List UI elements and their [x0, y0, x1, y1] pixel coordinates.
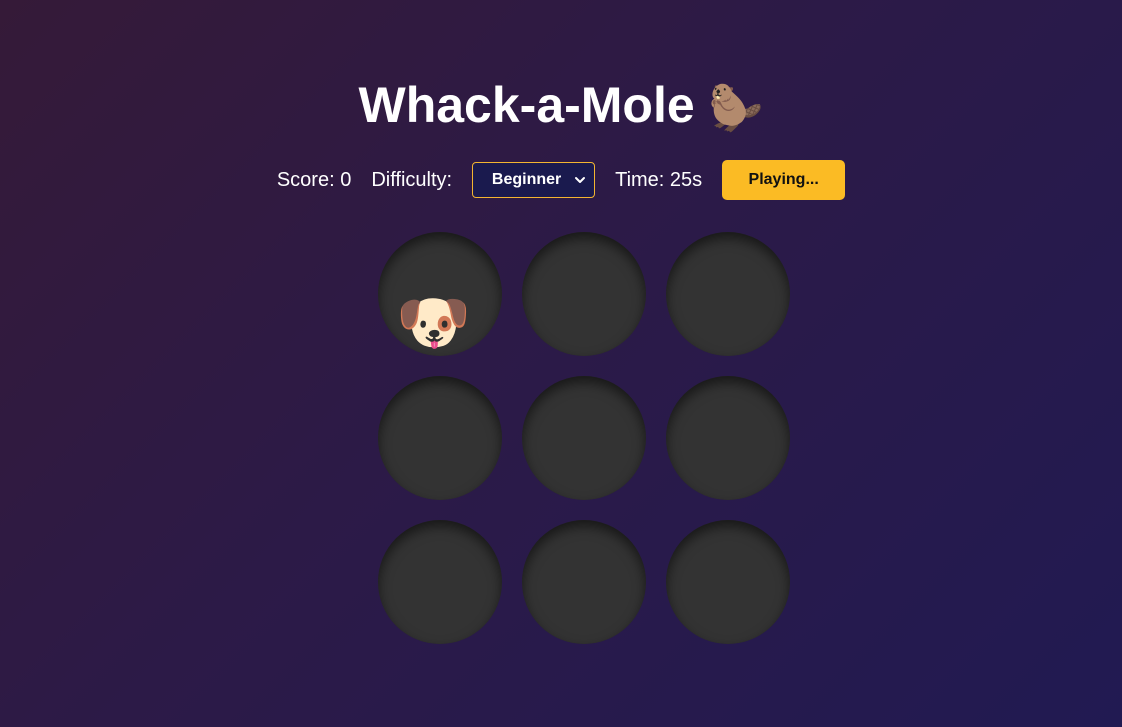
- controls-bar: Score: 0 Difficulty: Beginner Time: 25s …: [0, 160, 1122, 200]
- beaver-icon: 🦫: [708, 83, 764, 133]
- hole[interactable]: [666, 232, 790, 356]
- hole[interactable]: [522, 376, 646, 500]
- page-title: Whack-a-Mole 🦫: [0, 75, 1122, 139]
- dog-icon[interactable]: 🐶: [396, 288, 471, 356]
- difficulty-select[interactable]: Beginner: [472, 162, 596, 198]
- hole[interactable]: [522, 232, 646, 356]
- play-button[interactable]: Playing...: [722, 160, 846, 200]
- hole[interactable]: 🐶: [378, 232, 502, 356]
- mole-grid: 🐶: [378, 232, 790, 644]
- hole[interactable]: [378, 520, 502, 644]
- chevron-down-icon: [575, 177, 586, 183]
- score-display: Score: 0: [276, 168, 352, 191]
- difficulty-selected-value: Beginner: [491, 171, 562, 188]
- hole[interactable]: [522, 520, 646, 644]
- time-display: Time: 25s: [615, 168, 703, 191]
- hole[interactable]: [666, 520, 790, 644]
- difficulty-label: Difficulty:: [371, 168, 453, 191]
- hole[interactable]: [378, 376, 502, 500]
- hole[interactable]: [666, 376, 790, 500]
- title-text: Whack-a-Mole: [358, 77, 695, 133]
